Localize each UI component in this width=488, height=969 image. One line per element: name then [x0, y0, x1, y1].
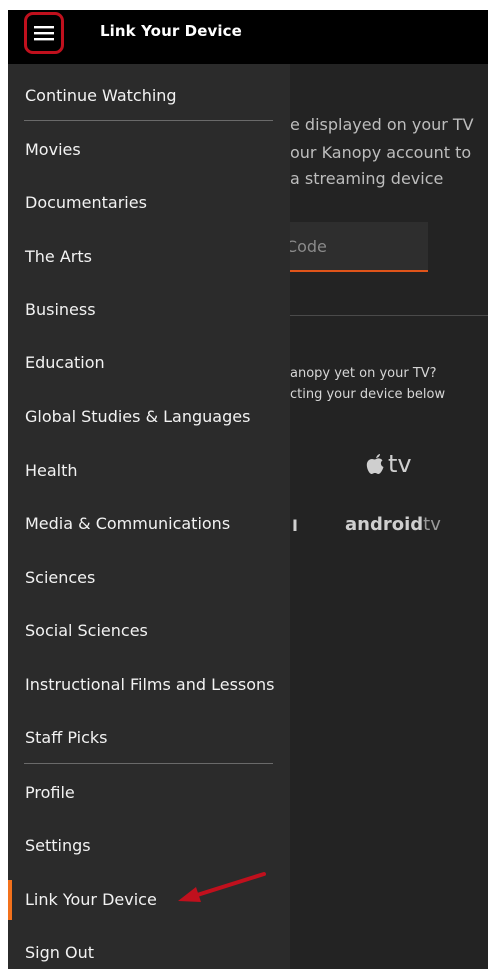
menu-item-continue-watching[interactable]: Continue Watching [8, 76, 290, 116]
menu-item-sign-out[interactable]: Sign Out [8, 933, 290, 969]
menu-item-sciences[interactable]: Sciences [8, 558, 290, 598]
menu-button[interactable] [24, 12, 64, 54]
top-bar: Link Your Device [8, 10, 488, 64]
menu-divider [24, 120, 273, 121]
instruction-line-3: a streaming device [290, 169, 444, 188]
app-window: e displayed on your TV our Kanopy accoun… [8, 10, 488, 969]
menu-item-the-arts[interactable]: The Arts [8, 237, 290, 277]
annotation-arrow-icon [178, 872, 266, 902]
menu-item-media-communications[interactable]: Media & Communications [8, 504, 290, 544]
menu-item-education[interactable]: Education [8, 343, 290, 383]
roku-logo-fragment[interactable]: I [292, 516, 298, 535]
menu-item-business[interactable]: Business [8, 290, 290, 330]
menu-item-settings[interactable]: Settings [8, 826, 290, 866]
apple-icon [366, 454, 384, 474]
menu-item-health[interactable]: Health [8, 451, 290, 491]
menu-item-movies[interactable]: Movies [8, 130, 290, 170]
menu-item-profile[interactable]: Profile [8, 773, 290, 813]
apple-tv-logo[interactable]: tv [366, 450, 412, 478]
android-tv-main-text: android [345, 514, 424, 535]
instruction-line-2: our Kanopy account to [290, 143, 472, 162]
android-tv-suffix: tv [423, 514, 441, 535]
no-kanopy-note-line-2: cting your device below [290, 387, 446, 402]
menu-divider [24, 763, 273, 764]
hamburger-menu-icon [34, 26, 54, 41]
instruction-line-1: e displayed on your TV [290, 115, 474, 134]
no-kanopy-note-line-1: anopy yet on your TV? [290, 366, 437, 381]
menu-item-global-studies[interactable]: Global Studies & Languages [8, 397, 290, 437]
menu-item-instructional-films[interactable]: Instructional Films and Lessons [8, 665, 290, 705]
menu-item-social-sciences[interactable]: Social Sciences [8, 611, 290, 651]
menu-item-staff-picks[interactable]: Staff Picks [8, 718, 290, 758]
android-tv-logo[interactable]: androidtv [345, 514, 441, 535]
apple-tv-text: tv [388, 450, 412, 478]
navigation-drawer: Continue Watching Movies Documentaries T… [8, 64, 290, 969]
section-divider [290, 315, 488, 316]
page-title: Link Your Device [100, 22, 242, 40]
menu-item-documentaries[interactable]: Documentaries [8, 183, 290, 223]
